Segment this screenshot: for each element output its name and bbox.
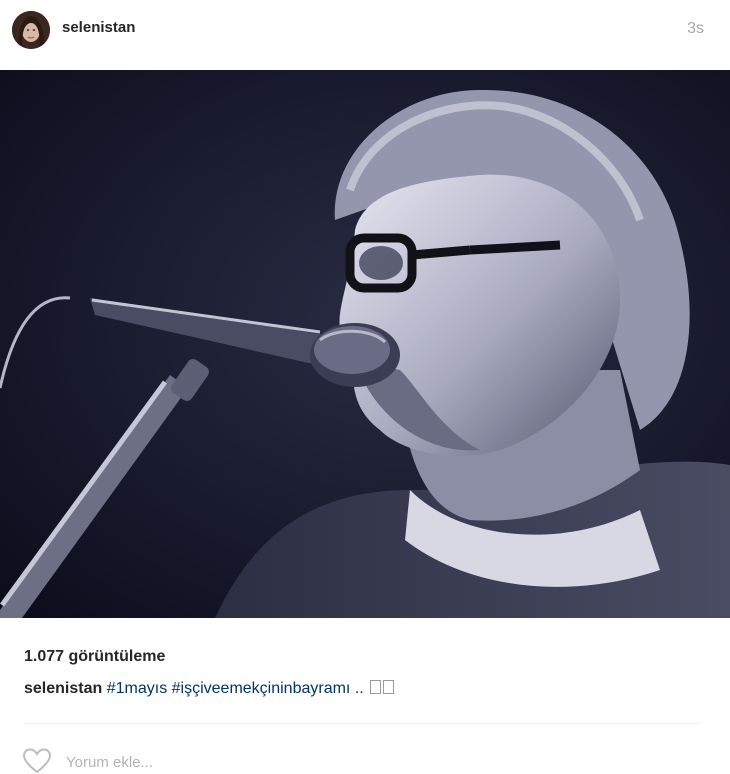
caption-trailing-text: ..: [350, 680, 364, 697]
caption-username[interactable]: selenistan: [24, 680, 102, 697]
post-username[interactable]: selenistan: [62, 19, 135, 36]
instagram-post: selenistan 3s 1.077 görüntüleme selenist…: [0, 0, 730, 774]
post-caption: selenistan #1mayıs #işçiveemekçininbayra…: [24, 680, 704, 698]
post-timestamp[interactable]: 3s: [687, 20, 704, 38]
unrendered-emoji-icon: [383, 680, 395, 694]
post-header: selenistan 3s: [0, 0, 730, 71]
divider: [24, 723, 700, 724]
avatar[interactable]: [12, 11, 50, 49]
post-media[interactable]: [0, 70, 730, 618]
hashtag-link[interactable]: #1mayıs: [107, 680, 167, 697]
unrendered-emoji-icon: [370, 680, 382, 694]
comment-input[interactable]: Yorum ekle...: [66, 754, 153, 771]
avatar-image: [12, 11, 50, 49]
view-count[interactable]: 1.077 görüntüleme: [24, 648, 165, 666]
singer-photo: [0, 70, 730, 618]
hashtag-link[interactable]: #işçiveemekçininbayramı: [172, 680, 351, 697]
heart-icon[interactable]: [22, 748, 52, 774]
